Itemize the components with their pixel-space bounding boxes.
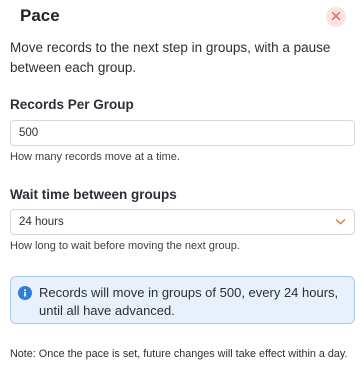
- records-per-group-input[interactable]: 500: [10, 120, 355, 146]
- wait-time-help: How long to wait before moving the next …: [10, 240, 240, 252]
- records-per-group-value: 500: [19, 127, 39, 139]
- records-per-group-label: Records Per Group: [10, 97, 134, 112]
- close-x-icon: [331, 8, 341, 26]
- pace-panel: Pace Move records to the next step in gr…: [0, 0, 364, 375]
- info-callout: Records will move in groups of 500, ever…: [10, 276, 355, 324]
- panel-header: Pace: [10, 0, 354, 36]
- close-button[interactable]: [326, 7, 346, 27]
- panel-title: Pace: [20, 6, 60, 25]
- chevron-down-icon: [335, 217, 346, 229]
- info-callout-text: Records will move in groups of 500, ever…: [39, 285, 339, 318]
- pace-note: Note: Once the pace is set, future chang…: [10, 348, 348, 360]
- wait-time-select[interactable]: 24 hours: [10, 209, 355, 235]
- wait-time-label: Wait time between groups: [10, 187, 177, 202]
- records-per-group-help: How many records move at a time.: [10, 151, 180, 163]
- wait-time-selected-value: 24 hours: [19, 216, 64, 228]
- panel-description: Move records to the next step in groups,…: [10, 40, 331, 75]
- info-icon: [18, 286, 32, 300]
